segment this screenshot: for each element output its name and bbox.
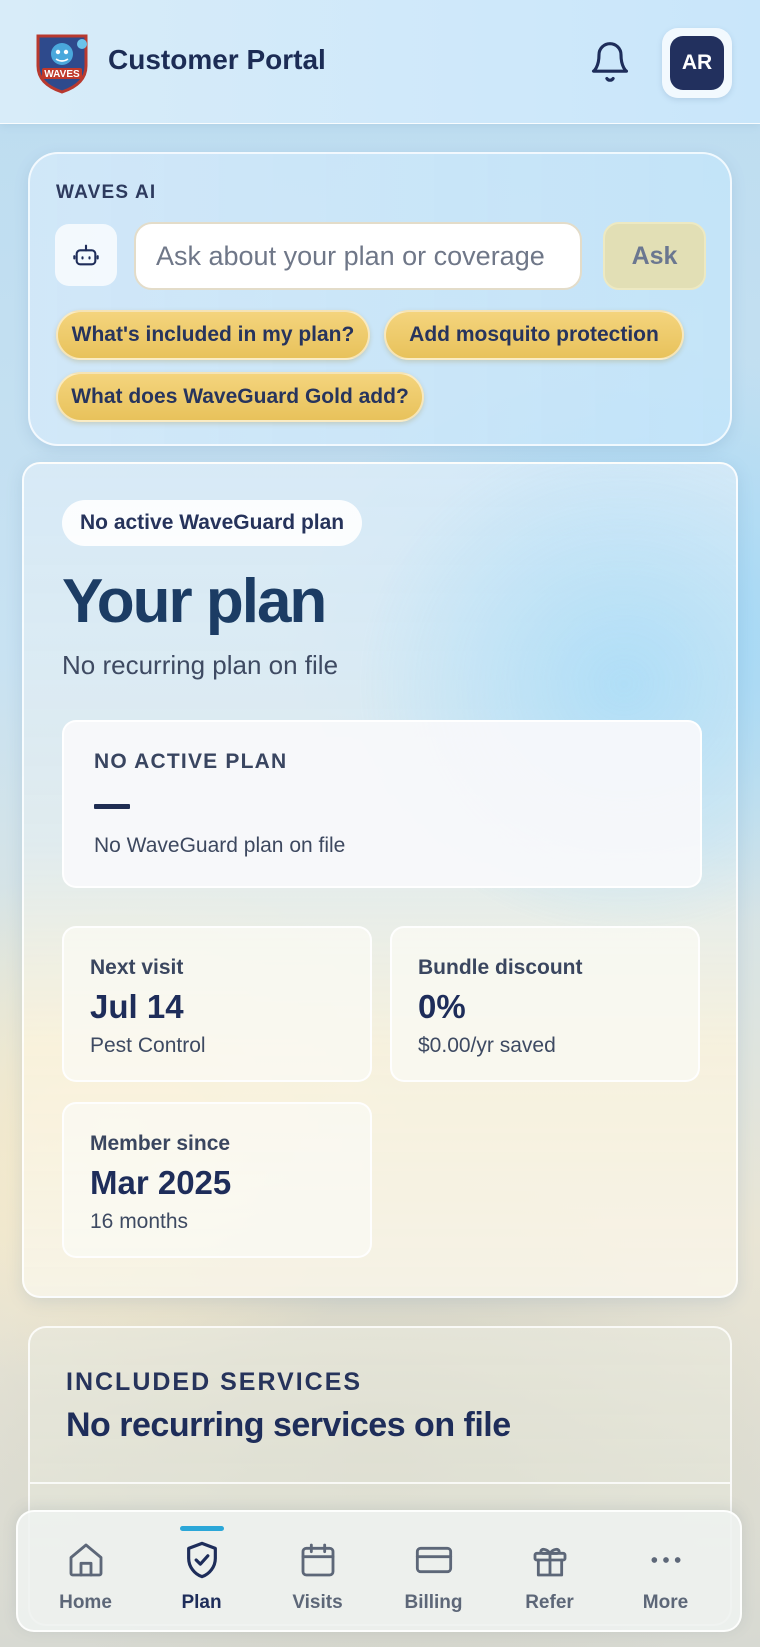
stat-sub: Pest Control <box>90 1034 206 1057</box>
nav-label: Plan <box>181 1592 222 1613</box>
plan-summary-label: NO ACTIVE PLAN <box>94 750 288 773</box>
stat-label: Bundle discount <box>418 956 583 979</box>
waves-ai-card: WAVES AI Ask What's included in my plan?… <box>28 152 732 446</box>
nav-label: Home <box>59 1592 112 1613</box>
home-icon <box>66 1540 106 1580</box>
nav-item-visits[interactable]: Visits <box>260 1512 375 1634</box>
nav-item-home[interactable]: Home <box>28 1512 143 1634</box>
avatar-button[interactable]: AR <box>662 28 732 98</box>
stat-member-since[interactable]: Member since Mar 2025 16 months <box>62 1102 372 1258</box>
gift-icon <box>530 1540 570 1580</box>
included-services-label: INCLUDED SERVICES <box>66 1368 363 1396</box>
bottom-nav: Home Plan Visits Billing Refer More <box>16 1510 742 1632</box>
ask-button[interactable]: Ask <box>603 222 706 290</box>
stat-label: Next visit <box>90 956 184 979</box>
robot-icon[interactable] <box>55 224 117 286</box>
logo-text: WAVES <box>44 69 80 80</box>
stat-value: Mar 2025 <box>90 1164 232 1201</box>
shield-check-icon <box>182 1540 222 1580</box>
plan-summary-value <box>94 804 130 809</box>
waves-ai-label: WAVES AI <box>56 182 157 203</box>
stat-next-visit[interactable]: Next visit Jul 14 Pest Control <box>62 926 372 1082</box>
page-title: Your plan <box>62 567 327 636</box>
calendar-icon <box>298 1540 338 1580</box>
plan-subtitle: No recurring plan on file <box>62 650 339 680</box>
nav-item-billing[interactable]: Billing <box>376 1512 491 1634</box>
suggestion-chip-mosquito[interactable]: Add mosquito protection <box>384 310 684 360</box>
plan-card: No active WaveGuard plan Your plan No re… <box>22 462 738 1298</box>
nav-label: Refer <box>525 1592 574 1613</box>
app-header: WAVES Customer Portal AR <box>0 0 760 124</box>
plan-summary-box: NO ACTIVE PLAN No WaveGuard plan on file <box>62 720 702 888</box>
stat-bundle-discount[interactable]: Bundle discount 0% $0.00/yr saved <box>390 926 700 1082</box>
nav-label: More <box>642 1592 689 1613</box>
avatar-initials: AR <box>670 36 724 90</box>
suggestion-chip-whats-included[interactable]: What's included in my plan? <box>56 310 370 360</box>
plan-summary-description: No WaveGuard plan on file <box>94 834 346 857</box>
stat-value: Jul 14 <box>90 988 184 1025</box>
stat-sub: 16 months <box>90 1210 189 1233</box>
status-badge: No active WaveGuard plan <box>62 500 363 546</box>
ask-ai-input[interactable] <box>134 222 582 290</box>
app-title: Customer Portal <box>108 44 326 75</box>
suggestion-chip-waveguard-gold[interactable]: What does WaveGuard Gold add? <box>56 372 424 422</box>
more-dots-icon <box>646 1540 686 1580</box>
nav-item-refer[interactable]: Refer <box>492 1512 607 1634</box>
nav-label: Billing <box>404 1592 463 1613</box>
stat-value: 0% <box>418 988 466 1025</box>
bell-icon[interactable] <box>588 40 632 84</box>
waves-logo[interactable]: WAVES <box>32 32 92 94</box>
nav-item-plan[interactable]: Plan <box>144 1512 259 1634</box>
divider <box>30 1482 730 1484</box>
nav-label: Visits <box>292 1592 343 1613</box>
active-indicator <box>179 1526 224 1531</box>
included-services-title: No recurring services on file <box>66 1406 511 1444</box>
nav-item-more[interactable]: More <box>608 1512 723 1634</box>
stat-sub: $0.00/yr saved <box>418 1034 556 1057</box>
credit-card-icon <box>414 1540 454 1580</box>
stat-label: Member since <box>90 1132 231 1155</box>
